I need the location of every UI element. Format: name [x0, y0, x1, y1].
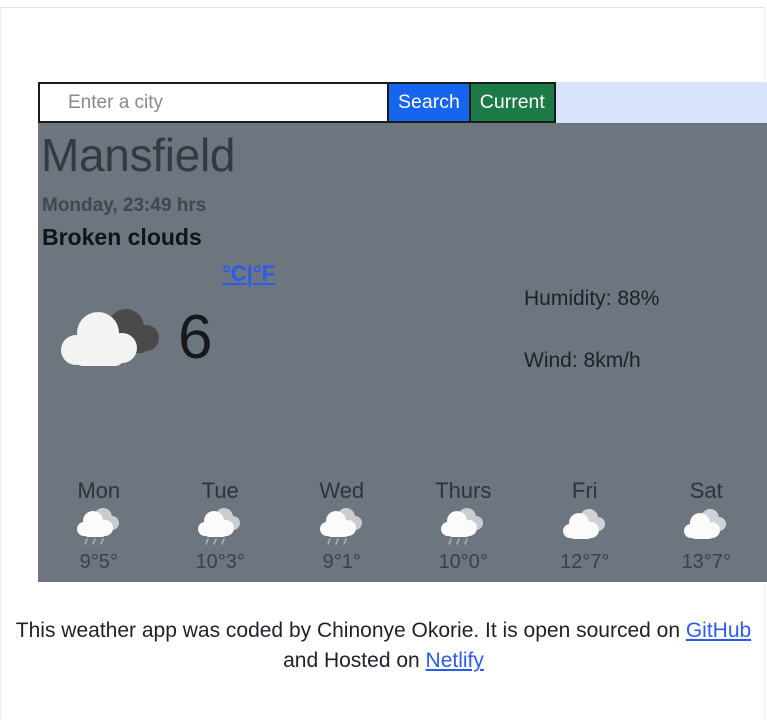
- temperature-block: °C|°F 6: [178, 261, 275, 372]
- forecast-day-temps: 13°7°: [681, 551, 731, 573]
- forecast-day-temps: 10°0°: [438, 551, 488, 573]
- forecast-day-mon: Mon 9°5°: [38, 477, 160, 574]
- current-temperature: 6: [178, 302, 213, 372]
- city-name: Mansfield: [41, 129, 236, 181]
- forecast-row: Mon 9°5° Tue 10°3° Wed 9°1° Thurs 10°0° …: [38, 477, 767, 574]
- footer-text-middle: and Hosted on: [283, 649, 426, 673]
- search-form: Search Current: [38, 82, 767, 123]
- rain-cloud-icon: [198, 508, 241, 545]
- weather-app: Search Current Mansfield Monday, 23:49 h…: [38, 82, 767, 582]
- forecast-day-fri: Fri 12°7°: [524, 477, 646, 574]
- rain-cloud-icon: [76, 508, 119, 545]
- cloud-icon: [562, 509, 605, 539]
- forecast-day-sat: Sat 13°7°: [646, 477, 767, 574]
- celsius-link[interactable]: °C: [222, 261, 247, 286]
- icon-and-temperature: °C|°F 6: [58, 261, 275, 386]
- fahrenheit-link[interactable]: °F: [253, 261, 275, 286]
- weather-description: Broken clouds: [42, 223, 202, 250]
- forecast-day-temps: 10°3°: [195, 551, 245, 573]
- forecast-day-label: Fri: [571, 477, 598, 503]
- wind-value: Wind: 8km/h: [524, 348, 641, 372]
- forecast-day-temps: 9°1°: [322, 551, 361, 573]
- broken-clouds-icon: [61, 308, 159, 366]
- forecast-day-thurs: Thurs 10°0°: [403, 477, 525, 574]
- current-location-button[interactable]: Current: [470, 82, 556, 123]
- footer-credit: This weather app was coded by Chinonye O…: [0, 616, 767, 677]
- netlify-link[interactable]: Netlify: [426, 649, 484, 672]
- forecast-day-temps: 12°7°: [560, 551, 610, 573]
- forecast-day-label: Thurs: [435, 477, 492, 503]
- city-search-input[interactable]: [38, 82, 389, 123]
- forecast-day-label: Mon: [77, 477, 121, 503]
- humidity-value: Humidity: 88%: [524, 286, 660, 310]
- forecast-day-wed: Wed 9°1°: [281, 477, 403, 574]
- search-button[interactable]: Search: [389, 82, 471, 123]
- rain-cloud-icon: [441, 508, 484, 545]
- current-datetime: Monday, 23:49 hrs: [42, 194, 207, 216]
- forecast-day-tue: Tue 10°3°: [160, 477, 282, 574]
- current-conditions: °C|°F 6 Humidity: 88% Wind: 8km/h: [38, 261, 767, 431]
- github-link[interactable]: GitHub: [686, 619, 751, 642]
- cloud-icon: [684, 509, 727, 539]
- forecast-day-label: Tue: [201, 477, 239, 503]
- weather-card: Mansfield Monday, 23:49 hrs Broken cloud…: [38, 123, 767, 582]
- footer-text-before: This weather app was coded by Chinonye O…: [15, 619, 686, 642]
- forecast-day-label: Wed: [319, 477, 365, 503]
- forecast-day-label: Sat: [689, 477, 723, 503]
- weather-stats: Humidity: 88% Wind: 8km/h: [524, 287, 659, 411]
- rain-cloud-icon: [319, 508, 362, 545]
- forecast-day-temps: 9°5°: [79, 551, 118, 573]
- unit-toggle: °C|°F: [222, 261, 275, 287]
